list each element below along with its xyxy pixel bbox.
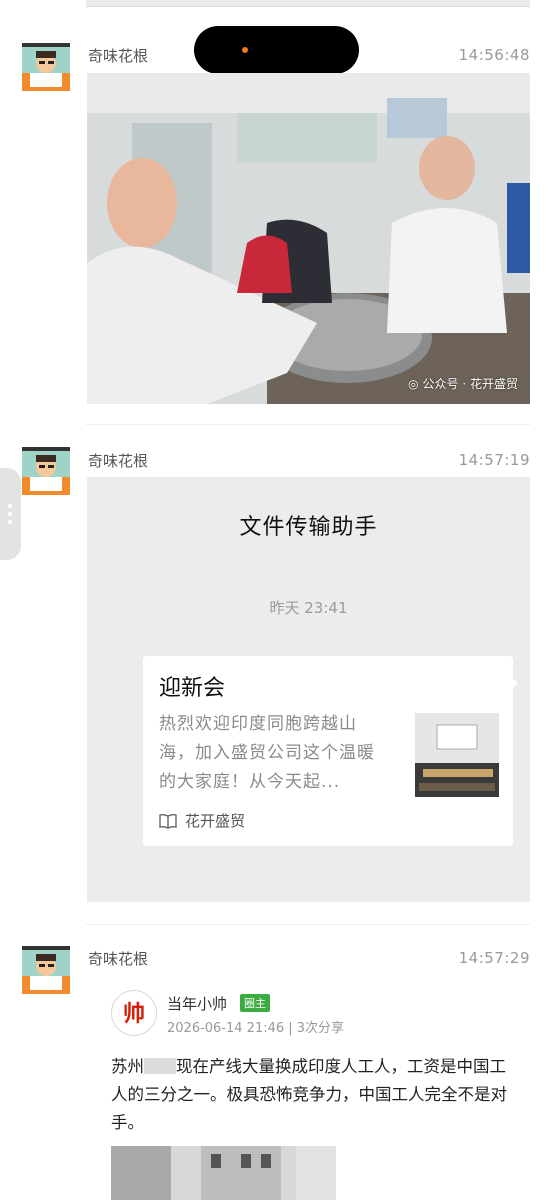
sender-name: 奇味花根 (88, 47, 149, 65)
post-photo[interactable] (111, 1146, 336, 1200)
building-image (111, 1146, 336, 1200)
open-book-icon (159, 813, 177, 829)
message-time: 14:57:19 (458, 451, 530, 469)
article-thumbnail (415, 713, 499, 797)
post-text-prefix: 苏州 (111, 1057, 144, 1076)
post-author-avatar[interactable]: 帅 (111, 990, 157, 1036)
file-transfer-title: 文件传输助手 (239, 515, 378, 540)
canteen-scene-image (87, 73, 530, 404)
camera-indicator-icon (242, 47, 248, 53)
file-transfer-screenshot[interactable]: 文件传输助手 昨天 23:41 迎新会 热烈欢迎印度同胞跨越山海，加入盛贸公司这… (87, 477, 530, 902)
more-dots-icon (8, 504, 12, 528)
previous-message-edge (86, 0, 530, 7)
cartoon-avatar-icon (22, 946, 70, 994)
side-floating-handle[interactable] (0, 468, 21, 560)
article-source-name: 花开盛贸 (185, 812, 246, 830)
article-excerpt: 热烈欢迎印度同胞跨越山海，加入盛贸公司这个温暖的大家庭！从今天起... (159, 714, 375, 792)
post-meta: 2026-06-14 21:46 | 3次分享 (167, 1021, 345, 1036)
message-time: 14:56:48 (458, 46, 530, 64)
wechat-icon: ◎ (408, 376, 419, 391)
post-text: 苏州 现在产线大量换成印度人工人，工资是中国工人的三分之一。极具恐怖竞争力，中国工… (111, 1053, 511, 1137)
chat-date: 昨天 23:41 (269, 599, 348, 617)
article-title: 迎新会 (159, 676, 226, 701)
sender-avatar[interactable] (22, 43, 70, 91)
sender-avatar[interactable] (22, 447, 70, 495)
sender-avatar[interactable] (22, 946, 70, 994)
meeting-room-image (415, 713, 499, 797)
shared-article-card[interactable]: 迎新会 热烈欢迎印度同胞跨越山海，加入盛贸公司这个温暖的大家庭！从今天起... … (143, 656, 513, 846)
canteen-photo[interactable]: ◎ 公众号 · 花开盛贸 (87, 73, 530, 404)
message-divider (86, 924, 530, 925)
bubble-tail (511, 677, 518, 689)
sender-name: 奇味花根 (88, 950, 149, 968)
cartoon-avatar-icon (22, 43, 70, 91)
post-author-name[interactable]: 当年小帅 (167, 993, 227, 1014)
cartoon-avatar-icon (22, 447, 70, 495)
shuai-seal-icon: 帅 (116, 995, 152, 1031)
photo-watermark: ◎ 公众号 · 花开盛贸 (408, 376, 518, 392)
message-time: 14:57:29 (458, 949, 530, 967)
article-source[interactable]: 花开盛贸 (159, 810, 245, 831)
message-divider (86, 424, 530, 425)
svg-text:帅: 帅 (123, 1002, 145, 1027)
sender-name: 奇味花根 (88, 452, 149, 470)
redacted-text (144, 1058, 176, 1074)
owner-badge: 圈主 (240, 994, 270, 1012)
camera-notch (194, 26, 359, 74)
